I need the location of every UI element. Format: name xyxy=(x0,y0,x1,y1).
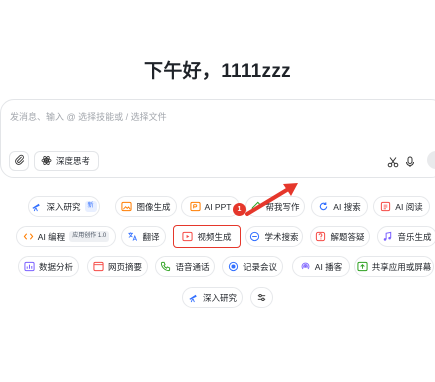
chip-label: 网页摘要 xyxy=(107,261,142,272)
chip-label: 解题答疑 xyxy=(330,231,365,242)
chip-ai-ppt[interactable]: AI PPT xyxy=(181,196,240,217)
new-badge: 新 xyxy=(84,201,97,212)
chip-label: 记录会议 xyxy=(242,261,277,272)
question-icon xyxy=(315,231,326,242)
chip-label: 音乐生成 xyxy=(397,231,432,242)
chip-label: AI 播客 xyxy=(314,261,343,272)
chip-help-write[interactable]: 帮我写作 xyxy=(245,196,305,217)
music-icon xyxy=(382,231,393,242)
share-screen-icon xyxy=(357,261,368,272)
sliders-icon xyxy=(256,292,267,303)
video-icon xyxy=(182,231,194,242)
settings-toggle-button[interactable] xyxy=(250,287,273,308)
step-badge: 1 xyxy=(233,203,246,216)
chip-ai-coding[interactable]: AI 编程 应用创作 1.0 xyxy=(16,226,116,247)
chip-label: 深入研究 xyxy=(46,201,81,212)
chip-label: 帮我写作 xyxy=(265,201,300,212)
chip-label: 语音通话 xyxy=(175,261,210,272)
chip-web-summary[interactable]: 网页摘要 xyxy=(87,256,148,277)
chip-label: 学术搜索 xyxy=(264,231,299,242)
chip-label: AI 搜索 xyxy=(333,201,361,212)
telescope-icon xyxy=(31,201,42,212)
deep-think-label: 深度思考 xyxy=(56,156,91,166)
ppt-icon xyxy=(189,201,201,212)
chip-ai-search[interactable]: AI 搜索 xyxy=(311,196,368,217)
record-icon xyxy=(228,261,239,272)
microphone-icon[interactable] xyxy=(404,155,416,167)
document-icon xyxy=(380,201,391,212)
refresh-search-icon xyxy=(318,201,329,212)
chip-image-generation[interactable]: 图像生成 xyxy=(115,196,177,217)
app-creation-badge: 应用创作 1.0 xyxy=(69,231,110,242)
chip-deep-research[interactable]: 深入研究 新 xyxy=(28,196,100,217)
chip-record-meeting[interactable]: 记录会议 xyxy=(222,256,283,277)
telescope-icon xyxy=(188,292,199,303)
phone-icon xyxy=(160,261,171,272)
chip-voice-call[interactable]: 语音通话 xyxy=(155,256,215,277)
input-placeholder[interactable]: 发消息、输入 @ 选择技能或 / 选择文件 xyxy=(10,110,167,123)
paperclip-icon xyxy=(14,152,25,170)
scissors-icon[interactable] xyxy=(387,155,399,168)
image-icon xyxy=(121,201,133,212)
scholar-icon xyxy=(249,231,260,242)
attach-button[interactable] xyxy=(9,151,29,171)
chip-translate[interactable]: 翻译 xyxy=(121,226,166,247)
chip-label: 视频生成 xyxy=(197,231,232,242)
chip-ai-read[interactable]: AI 阅读 xyxy=(373,196,430,217)
chip-share-screen[interactable]: 共享应用或屏幕 xyxy=(354,256,434,277)
chip-label: AI PPT xyxy=(204,201,232,212)
deep-think-button[interactable]: 深度思考 xyxy=(34,151,100,171)
deep-think-icon xyxy=(41,155,52,168)
chip-scholar-search[interactable]: 学术搜索 xyxy=(245,226,303,247)
code-icon xyxy=(23,231,34,242)
chip-deep-research-2[interactable]: 深入研究 xyxy=(182,287,243,308)
chip-label: 图像生成 xyxy=(136,201,171,212)
greeting-title: 下午好，1111zzz xyxy=(144,61,291,82)
chip-label: AI 编程 xyxy=(37,231,66,242)
chip-label: 数据分析 xyxy=(38,261,73,272)
chip-solve-questions[interactable]: 解题答疑 xyxy=(310,226,370,247)
chip-data-analysis[interactable]: 数据分析 xyxy=(18,256,79,277)
chip-label: 深入研究 xyxy=(202,292,237,303)
chip-label: AI 阅读 xyxy=(395,201,423,212)
translate-icon xyxy=(127,231,138,242)
webpage-icon xyxy=(93,261,104,272)
chip-video-generation[interactable]: 视频生成 xyxy=(173,225,241,248)
chip-ai-podcast[interactable]: AI 播客 xyxy=(292,256,350,277)
chip-label: 翻译 xyxy=(142,231,160,242)
chart-icon xyxy=(24,261,35,272)
chip-label: 共享应用或屏幕 xyxy=(371,261,432,272)
podcast-icon xyxy=(300,261,311,272)
chip-music-generation[interactable]: 音乐生成 xyxy=(377,226,435,247)
pen-icon xyxy=(250,201,261,212)
chat-input-box[interactable]: 发消息、输入 @ 选择技能或 / 选择文件 深度思考 xyxy=(0,99,435,178)
